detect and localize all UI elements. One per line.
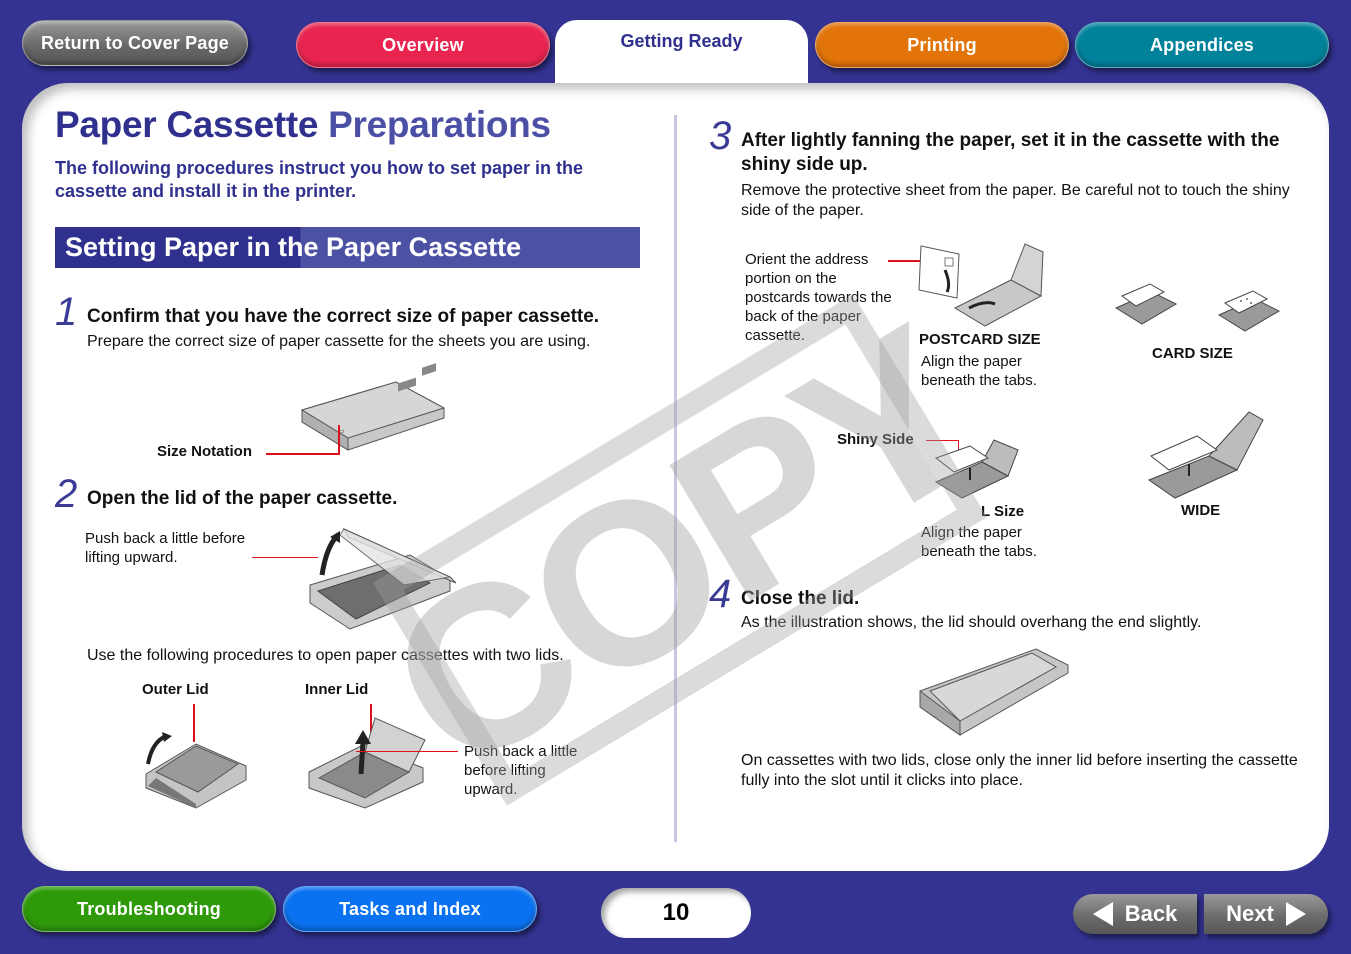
step-4-body: As the illustration shows, the lid shoul… <box>741 614 1202 631</box>
step-2-heading: Open the lid of the paper cassette. <box>87 488 398 509</box>
page-title-sub: Preparations <box>328 104 551 145</box>
cassette-closed-lid-illustration <box>919 648 1069 736</box>
tasks-and-index-button[interactable]: Tasks and Index <box>283 886 537 932</box>
card-size-label: CARD SIZE <box>1152 345 1233 362</box>
step-3-heading: After lightly fanning the paper, set it … <box>741 130 1280 175</box>
step-4-number: 4 <box>709 572 732 616</box>
page-number: 10 <box>601 888 751 938</box>
back-label: Back <box>1124 901 1178 926</box>
orient-callout: Orient the address portion on the postca… <box>745 251 892 344</box>
step-4-note: On cassettes with two lids, close only t… <box>741 752 1298 789</box>
step-1-heading: Confirm that you have the correct size o… <box>87 306 600 327</box>
next-label: Next <box>1226 901 1274 926</box>
push-back-callout: Push back a little before lifting upward… <box>85 530 246 566</box>
shiny-side-label: Shiny Side <box>837 431 914 448</box>
l-size-label: L Size <box>981 503 1025 520</box>
postcard-size-label: POSTCARD SIZE <box>919 331 1041 348</box>
two-lids-intro: Use the following procedures to open pap… <box>87 647 564 664</box>
tab-printing[interactable]: Printing <box>815 22 1069 68</box>
wide-size-illustration <box>1147 411 1264 499</box>
step-1-body: Prepare the correct size of paper casset… <box>87 333 591 350</box>
inner-push-back-callout: Push back a little before lifting upward… <box>464 743 578 798</box>
cassette-open-illustration <box>309 527 457 630</box>
page-intro: The following procedures instruct you ho… <box>55 158 584 201</box>
card-size-illustration-2 <box>1217 290 1281 332</box>
card-size-illustration-1 <box>1114 283 1178 325</box>
return-to-cover-button[interactable]: Return to Cover Page <box>22 20 248 66</box>
l-size-align-callout: Align the paper beneath the tabs. <box>921 524 1037 560</box>
wide-label: WIDE <box>1181 502 1221 519</box>
page-title: Paper Cassette Preparations <box>55 104 551 146</box>
tab-overview[interactable]: Overview <box>296 22 550 68</box>
inner-push-back-leader <box>356 751 458 752</box>
step-2-number: 2 <box>55 472 78 516</box>
cassette-closed-illustration: ▭ <box>300 363 446 451</box>
outer-lid-illustration <box>145 732 247 809</box>
size-notation-label: Size Notation <box>157 443 253 460</box>
step-4-heading: Close the lid. <box>741 588 860 609</box>
inner-lid-label: Inner Lid <box>305 681 369 698</box>
column-divider <box>674 115 677 842</box>
arrow-left-icon <box>1092 902 1113 926</box>
step-3-number: 3 <box>709 114 732 158</box>
outer-lid-label: Outer Lid <box>142 681 209 698</box>
page-title-main: Paper Cassette <box>55 104 319 145</box>
next-button[interactable]: Next <box>1204 894 1328 934</box>
troubleshooting-button[interactable]: Troubleshooting <box>22 886 276 932</box>
postcard-align-callout: Align the paper beneath the tabs. <box>921 353 1037 389</box>
l-size-illustration <box>934 439 1019 499</box>
tab-appendices[interactable]: Appendices <box>1075 22 1329 68</box>
arrow-right-icon <box>1285 902 1306 926</box>
size-notation-leader <box>266 453 340 455</box>
step-1-number: 1 <box>55 290 78 334</box>
postcard-size-illustration <box>918 243 1044 327</box>
back-button[interactable]: Back <box>1073 894 1197 934</box>
step-3-body: Remove the protective sheet from the pap… <box>741 182 1290 219</box>
section-heading: Setting Paper in the Paper Cassette <box>55 227 640 268</box>
inner-lid-illustration <box>308 717 426 809</box>
size-notation-leader-vertical <box>338 425 340 455</box>
